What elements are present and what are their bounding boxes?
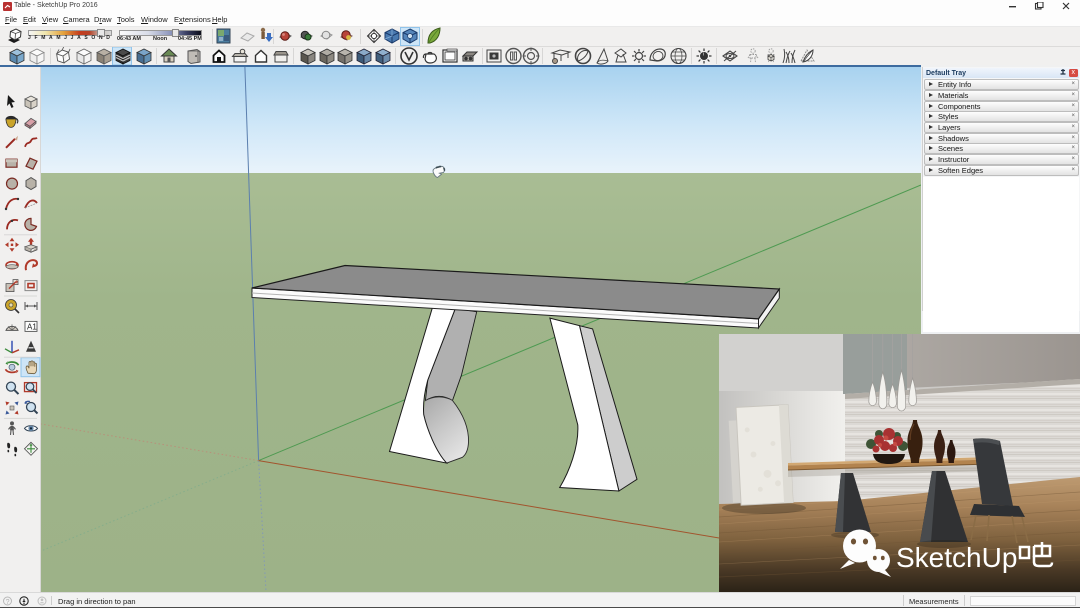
svg-text:A1: A1 [27,322,37,331]
svg-text:?: ? [6,599,10,606]
svg-text:SketchUp: SketchUp [896,542,1017,573]
